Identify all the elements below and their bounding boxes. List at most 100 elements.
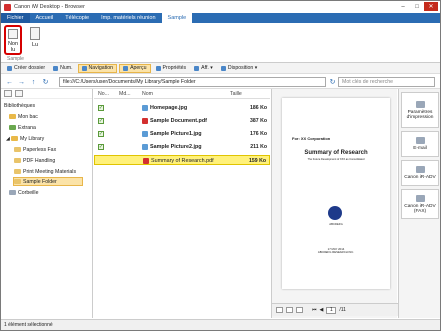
preview-title: Summary of Research — [304, 150, 368, 156]
tree-item-pdf-handling[interactable]: PDF Handling — [14, 156, 55, 165]
fit-width-icon[interactable] — [286, 307, 293, 313]
printer-icon — [415, 100, 425, 108]
printer-canon-button[interactable]: Canon iR-ADV — [401, 160, 439, 186]
navigation-icon — [81, 65, 87, 71]
tab-sample[interactable]: Sample — [161, 13, 193, 23]
file-row[interactable]: ✓ Sample Document.pdf 387 Ko — [94, 116, 270, 126]
image-file-icon — [142, 105, 148, 111]
folder-icon — [14, 179, 21, 184]
tree-item-trash[interactable]: Corbeille — [9, 188, 38, 197]
tree-label: Corbeille — [18, 189, 39, 196]
address-refresh-icon[interactable]: ↻ — [328, 78, 337, 86]
properties-button[interactable]: Propriétés — [153, 64, 190, 73]
read-button[interactable]: Lu — [26, 25, 44, 55]
tree-item-my-library[interactable]: ◢ My Library — [6, 134, 44, 143]
preview-footer: 17 MAY 2014 ABCDEFG RESEARCH INC. — [282, 247, 390, 255]
first-page-icon[interactable]: ⏮ — [312, 307, 317, 313]
file-row[interactable]: ✓ Homepage.jpg 186 Ko — [94, 103, 270, 113]
tree-item-extrana[interactable]: Extrana — [9, 123, 36, 132]
print-settings-label: Paramètres d'impression — [406, 109, 434, 120]
output-bar: Paramètres d'impression E-mail Canon iR-… — [398, 89, 440, 318]
tree-item-my-tray[interactable]: Mon bac — [9, 112, 38, 121]
navigation-toggle[interactable]: Navigation — [77, 63, 118, 73]
preview-pane: For: XX Corporation Summary of Research … — [271, 89, 398, 318]
expand-arrow-icon[interactable]: ◢ — [6, 136, 10, 142]
page-number-input[interactable]: 1 — [326, 306, 337, 314]
tab-meeting-print[interactable]: Imp. matériels réunion — [95, 13, 161, 23]
read-label: Lu — [31, 42, 39, 48]
view-dropdown[interactable]: Aff. ▾ — [191, 64, 216, 73]
forward-arrow-icon[interactable]: → — [17, 78, 26, 86]
maximize-button[interactable]: □ — [410, 2, 424, 11]
search-input[interactable]: Mot clés de recherche — [338, 77, 435, 87]
preview-publisher: ABCDEFG RESEARCH INC. — [317, 250, 355, 255]
zoom-icon[interactable] — [296, 307, 303, 313]
layout-icon — [220, 65, 226, 71]
unread-label: Non lu — [7, 41, 19, 53]
read-document-icon — [30, 27, 40, 40]
file-size: 176 Ko — [249, 131, 267, 137]
app-window: Canon iW Desktop - Browser – □ ✕ Fichier… — [0, 0, 441, 331]
preview-toggle[interactable]: Aperçu — [119, 63, 151, 73]
tab-file[interactable]: Fichier — [1, 13, 30, 23]
read-check-icon[interactable]: ✓ — [98, 118, 104, 124]
navigation-label: Navigation — [88, 65, 114, 71]
window-title: Canon iW Desktop - Browser — [14, 4, 85, 10]
column-md[interactable]: Md... — [119, 91, 131, 97]
tray-icon — [9, 114, 16, 119]
tree-item-paperless-fax[interactable]: Paperless Fax — [14, 145, 56, 154]
company-logo-icon — [328, 206, 342, 220]
column-name[interactable]: Nom — [142, 91, 153, 97]
column-size[interactable]: Taille — [230, 91, 242, 97]
folder-icon — [7, 65, 12, 71]
tree-item-print-meeting[interactable]: Print Meeting Materials — [14, 167, 76, 176]
read-check-icon[interactable]: ✓ — [98, 144, 104, 150]
image-file-icon — [142, 144, 148, 150]
address-bar: ← → ↑ ↻ file:///C:/Users/user/Documents/… — [1, 75, 440, 89]
library-icon — [11, 136, 18, 141]
read-check-icon[interactable]: ✓ — [98, 105, 104, 111]
preview-logo-text: ABCDEFG — [329, 222, 343, 226]
file-name: Homepage.jpg — [150, 105, 188, 111]
prev-page-icon[interactable]: ◀ — [320, 307, 324, 313]
folder-icon — [14, 158, 21, 163]
read-check-icon[interactable]: ✓ — [98, 131, 104, 137]
layout-dropdown[interactable]: Disposition ▾ — [218, 64, 260, 73]
file-row[interactable]: ✓ Sample Picture2.jpg 211 Ko — [94, 142, 270, 152]
up-arrow-icon[interactable]: ↑ — [29, 78, 38, 86]
tree-item-sample-folder[interactable]: Sample Folder — [13, 177, 83, 186]
file-name: Sample Picture1.jpg — [150, 131, 202, 137]
scan-button[interactable]: Num. — [50, 64, 75, 73]
pane-option-icon[interactable] — [15, 90, 23, 97]
file-row[interactable]: ✓ Sample Picture1.jpg 176 Ko — [94, 129, 270, 139]
scan-label: Num. — [60, 65, 73, 71]
app-icon — [4, 3, 11, 11]
minimize-button[interactable]: – — [396, 2, 410, 11]
ribbon-tabs: Fichier Accueil Télécopie Imp. matériels… — [1, 13, 440, 23]
properties-label: Propriétés — [162, 65, 187, 71]
close-button[interactable]: ✕ — [424, 2, 438, 11]
file-size: 387 Ko — [249, 118, 267, 124]
tab-home[interactable]: Accueil — [30, 13, 60, 23]
file-row-selected[interactable]: Summary of Research.pdf 159 Ko — [94, 155, 270, 165]
tree-label: Print Meeting Materials — [23, 168, 77, 175]
unread-button[interactable]: Non lu — [4, 25, 22, 55]
pane-toggle-icon[interactable] — [4, 90, 12, 97]
back-arrow-icon[interactable]: ← — [5, 78, 14, 86]
tree-pane-header — [1, 89, 92, 99]
file-name: Summary of Research.pdf — [151, 158, 214, 164]
tree-label: My Library — [20, 135, 45, 142]
fax-canon-button[interactable]: Canon iR-ADV (FAX) — [401, 189, 439, 219]
file-list-header: No... Md... Nom Taille — [94, 89, 270, 99]
preview-page: For: XX Corporation Summary of Research … — [282, 98, 390, 289]
tab-fax[interactable]: Télécopie — [59, 13, 95, 23]
email-button[interactable]: E-mail — [401, 131, 439, 157]
command-toolbar: Créer dossier Num. Navigation Aperçu Pro… — [1, 63, 440, 74]
create-folder-button[interactable]: Créer dossier — [4, 64, 48, 73]
column-no[interactable]: No... — [98, 91, 109, 97]
tree-header-libraries: Bibliothèques — [4, 101, 35, 110]
refresh-icon[interactable]: ↻ — [41, 78, 50, 86]
print-settings-button[interactable]: Paramètres d'impression — [401, 92, 439, 128]
address-field[interactable]: file:///C:/Users/user/Documents/My Libra… — [59, 77, 326, 87]
fit-page-icon[interactable] — [276, 307, 283, 313]
